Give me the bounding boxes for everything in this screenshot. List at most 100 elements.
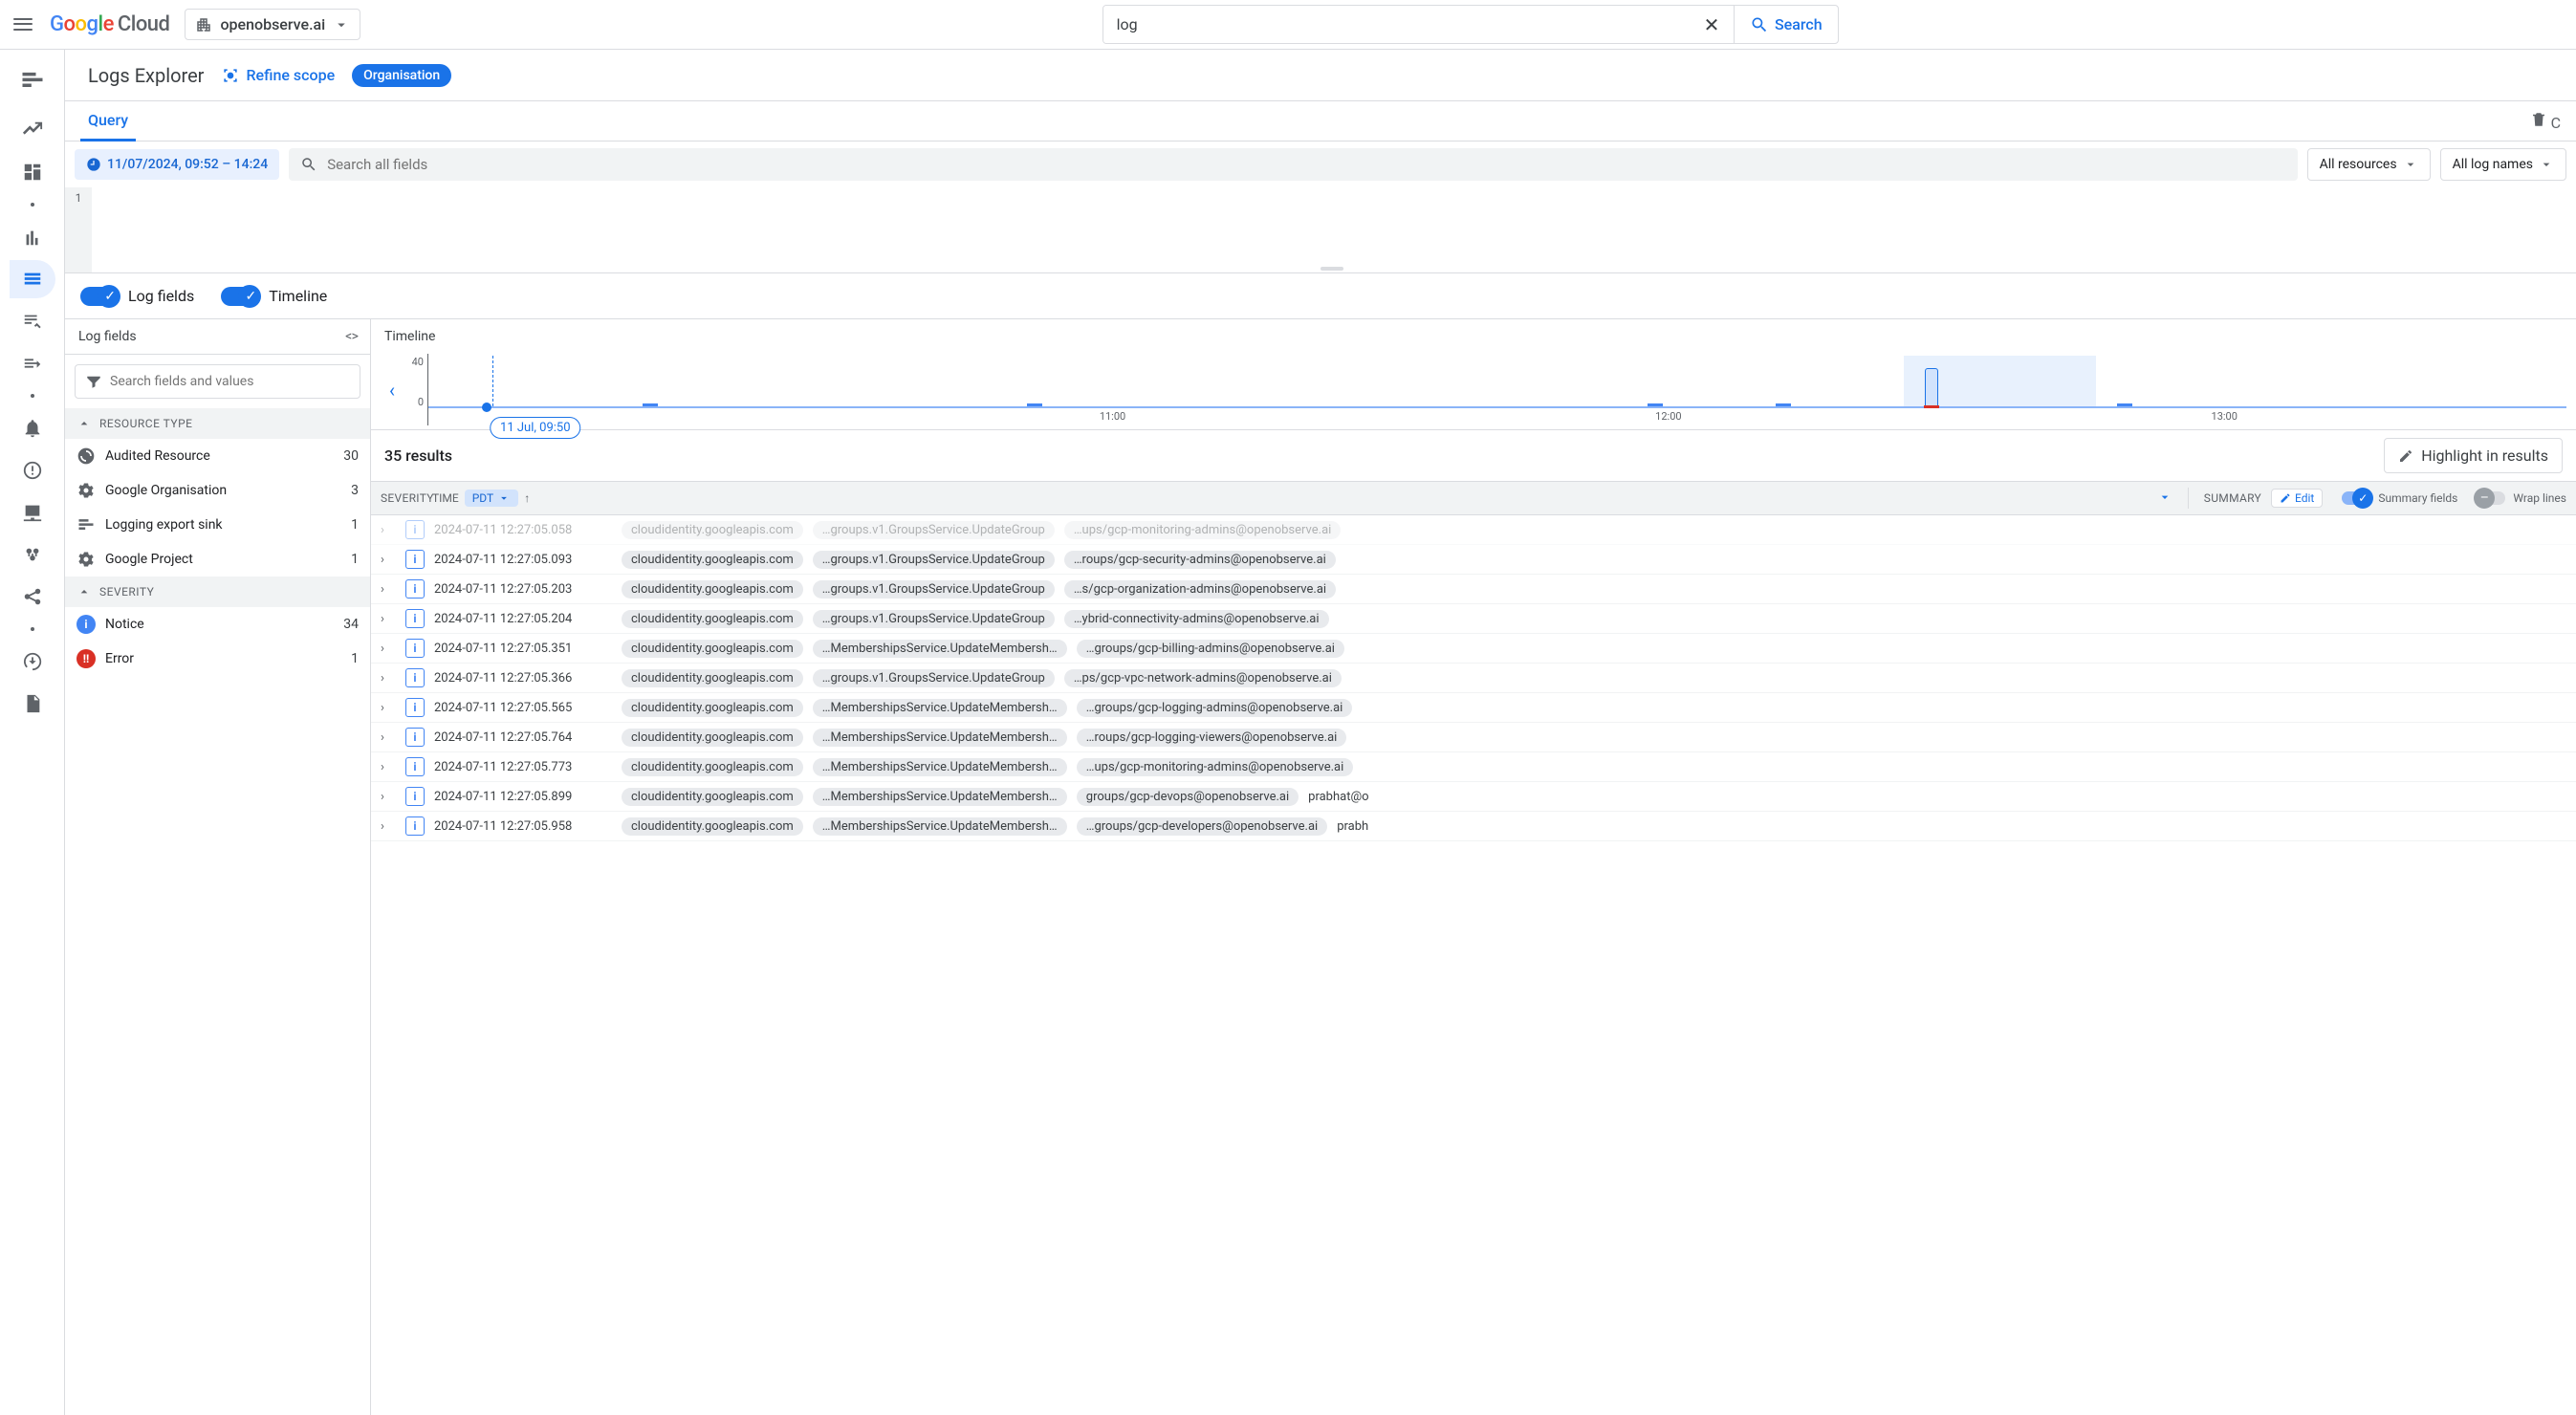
log-row[interactable]: ›i2024-07-11 12:27:05.351cloudidentity.g… <box>371 634 2576 664</box>
log-row[interactable]: ›i2024-07-11 12:27:05.093cloudidentity.g… <box>371 545 2576 575</box>
resource-pill[interactable]: …groups/gcp-developers@openobserve.ai <box>1077 817 1327 836</box>
lognames-dropdown[interactable]: All log names <box>2440 148 2566 181</box>
log-row[interactable]: ›i2024-07-11 12:27:05.203cloudidentity.g… <box>371 575 2576 604</box>
resource-pill[interactable]: …ps/gcp-vpc-network-admins@openobserve.a… <box>1064 669 1342 687</box>
expand-row-icon[interactable]: › <box>381 760 396 774</box>
edit-summary-button[interactable]: Edit <box>2271 489 2323 508</box>
resources-dropdown[interactable]: All resources <box>2307 148 2431 181</box>
project-picker[interactable]: openobserve.ai <box>185 9 360 40</box>
expand-row-icon[interactable]: › <box>381 790 396 804</box>
refine-scope-button[interactable]: Refine scope <box>221 66 335 85</box>
expand-row-icon[interactable]: › <box>381 671 396 686</box>
method-pill[interactable]: …MembershipsService.UpdateMembership <box>813 699 1067 717</box>
summary-fields-toggle[interactable] <box>2342 491 2370 505</box>
service-pill[interactable]: cloudidentity.googleapis.com <box>622 699 803 717</box>
service-pill[interactable]: cloudidentity.googleapis.com <box>622 669 803 687</box>
log-row[interactable]: ›i2024-07-11 12:27:05.565cloudidentity.g… <box>371 693 2576 723</box>
service-pill[interactable]: cloudidentity.googleapis.com <box>622 580 803 599</box>
resource-pill[interactable]: groups/gcp-devops@openobserve.ai <box>1077 788 1299 806</box>
log-row[interactable]: ›i2024-07-11 12:27:05.773cloudidentity.g… <box>371 752 2576 782</box>
nav-monitor-icon[interactable] <box>10 493 55 532</box>
method-pill[interactable]: …groups.v1.GroupsService.UpdateGroup <box>813 580 1055 599</box>
nav-uptime-icon[interactable] <box>10 451 55 490</box>
resource-pill[interactable]: …ybrid-connectivity-admins@openobserve.a… <box>1064 610 1329 628</box>
resource-pill[interactable]: …s/gcp-organization-admins@openobserve.a… <box>1064 580 1336 599</box>
expand-row-icon[interactable]: › <box>381 701 396 715</box>
nav-doc-icon[interactable] <box>10 685 55 723</box>
timeline-chart[interactable]: ‹ 40 0 11 Jul, 09:50 <box>371 354 2576 430</box>
method-pill[interactable]: …MembershipsService.UpdateMembership <box>813 758 1067 776</box>
nav-bars-icon[interactable] <box>10 218 55 256</box>
expand-panel-icon[interactable]: < > <box>345 329 357 344</box>
log-row[interactable]: ›i2024-07-11 12:27:05.058cloudidentity.g… <box>371 515 2576 545</box>
resize-handle[interactable] <box>1321 267 1343 271</box>
nav-import-icon[interactable] <box>10 642 55 681</box>
timeline-bar[interactable] <box>1776 403 1791 406</box>
method-pill[interactable]: …MembershipsService.UpdateMembership <box>813 788 1067 806</box>
field-item[interactable]: Audited Resource30 <box>65 439 370 473</box>
search-button[interactable]: Search <box>1734 6 1838 43</box>
resource-pill[interactable]: …groups/gcp-billing-admins@openobserve.a… <box>1077 640 1344 658</box>
service-pill[interactable]: cloudidentity.googleapis.com <box>622 521 803 539</box>
resource-pill[interactable]: …roups/gcp-security-admins@openobserve.a… <box>1064 551 1336 569</box>
method-pill[interactable]: …MembershipsService.UpdateMembership <box>813 729 1067 747</box>
timeline-bar[interactable] <box>1027 403 1042 406</box>
service-pill[interactable]: cloudidentity.googleapis.com <box>622 640 803 658</box>
service-pill[interactable]: cloudidentity.googleapis.com <box>622 610 803 628</box>
method-pill[interactable]: …groups.v1.GroupsService.UpdateGroup <box>813 610 1055 628</box>
field-item[interactable]: !!Error1 <box>65 642 370 676</box>
log-row[interactable]: ›i2024-07-11 12:27:05.366cloudidentity.g… <box>371 664 2576 693</box>
field-group-header[interactable]: SEVERITY <box>65 577 370 607</box>
service-pill[interactable]: cloudidentity.googleapis.com <box>622 551 803 569</box>
nav-metrics-icon[interactable] <box>10 111 55 149</box>
timezone-dropdown[interactable]: PDT <box>465 490 518 507</box>
nav-logs-explorer-icon[interactable] <box>10 260 55 298</box>
nav-bell-icon[interactable] <box>10 409 55 447</box>
method-pill[interactable]: …groups.v1.GroupsService.UpdateGroup <box>813 669 1055 687</box>
timeline-plot[interactable]: 11 Jul, 09:50 11:00 12:00 13:00 <box>428 354 2566 425</box>
field-item[interactable]: iNotice34 <box>65 607 370 642</box>
scope-badge[interactable]: Organisation <box>352 64 451 87</box>
service-pill[interactable]: cloudidentity.googleapis.com <box>622 788 803 806</box>
expand-row-icon[interactable]: › <box>381 523 396 537</box>
nav-groups-icon[interactable] <box>10 535 55 574</box>
log-row[interactable]: ›i2024-07-11 12:27:05.204cloudidentity.g… <box>371 604 2576 634</box>
expand-row-icon[interactable]: › <box>381 819 396 834</box>
method-pill[interactable]: …MembershipsService.UpdateMembership <box>813 640 1067 658</box>
service-pill[interactable]: cloudidentity.googleapis.com <box>622 758 803 776</box>
timeline-bar[interactable] <box>643 403 658 406</box>
time-range-button[interactable]: 11/07/2024, 09:52 – 14:24 <box>75 149 279 180</box>
resource-pill[interactable]: …ups/gcp-monitoring-admins@openobserve.a… <box>1064 521 1341 539</box>
timeline-bar[interactable] <box>1648 403 1663 406</box>
google-cloud-logo[interactable]: GoogleCloud <box>50 12 169 36</box>
field-item[interactable]: Google Project1 <box>65 542 370 577</box>
fields-search-input[interactable] <box>110 374 350 389</box>
expand-row-icon[interactable]: › <box>381 553 396 567</box>
nav-links-icon[interactable] <box>10 577 55 616</box>
menu-icon[interactable] <box>11 13 34 36</box>
expand-row-icon[interactable]: › <box>381 642 396 656</box>
timeline-bar-selected[interactable] <box>1925 368 1938 406</box>
resource-pill[interactable]: …groups/gcp-logging-admins@openobserve.a… <box>1077 699 1353 717</box>
query-editor[interactable]: 1 <box>65 187 2576 273</box>
nav-logging-icon[interactable] <box>6 57 59 103</box>
service-pill[interactable]: cloudidentity.googleapis.com <box>622 729 803 747</box>
field-item[interactable]: Google Organisation3 <box>65 473 370 508</box>
log-fields-toggle[interactable]: ✓ <box>80 287 119 306</box>
expand-row-icon[interactable]: › <box>381 582 396 597</box>
timeline-bar[interactable] <box>2117 403 2132 406</box>
method-pill[interactable]: …MembershipsService.UpdateMembership <box>813 817 1067 836</box>
search-all-input[interactable] <box>327 156 2285 173</box>
wrap-lines-toggle[interactable] <box>2477 491 2505 505</box>
log-row[interactable]: ›i2024-07-11 12:27:05.899cloudidentity.g… <box>371 782 2576 812</box>
field-group-header[interactable]: RESOURCE TYPE <box>65 408 370 439</box>
expand-row-icon[interactable]: › <box>381 730 396 745</box>
expand-row-icon[interactable]: › <box>381 612 396 626</box>
log-row[interactable]: ›i2024-07-11 12:27:05.764cloudidentity.g… <box>371 723 2576 752</box>
highlight-button[interactable]: Highlight in results <box>2384 438 2563 473</box>
clear-query-button[interactable]: C <box>2530 111 2561 132</box>
method-pill[interactable]: …groups.v1.GroupsService.UpdateGroup <box>813 521 1055 539</box>
resource-pill[interactable]: …roups/gcp-logging-viewers@openobserve.a… <box>1077 729 1347 747</box>
log-rows-list[interactable]: ›i2024-07-11 12:27:05.058cloudidentity.g… <box>371 515 2576 1415</box>
sort-asc-icon[interactable]: ↑ <box>524 491 530 505</box>
